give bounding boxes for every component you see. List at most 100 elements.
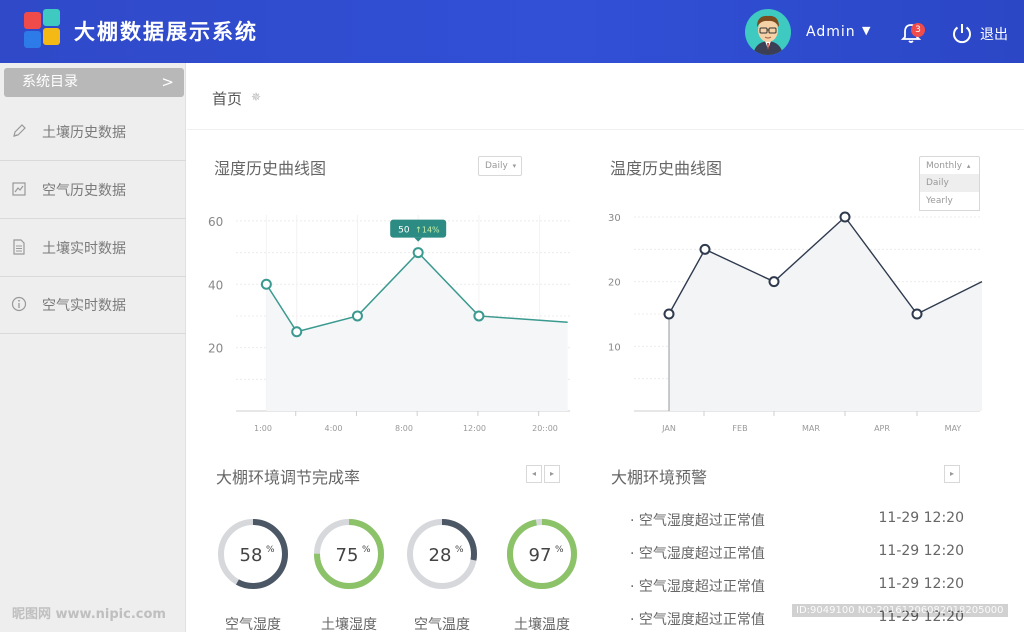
breadcrumb: 首页 ✵ <box>187 63 1024 130</box>
select-value: Monthly <box>926 161 963 171</box>
gauge-unit: % <box>266 545 275 555</box>
gauge-value: 28 <box>429 545 452 566</box>
data-point <box>412 247 424 259</box>
gear-icon[interactable]: ✵ <box>251 90 261 104</box>
data-point <box>699 243 711 255</box>
caret-down-icon: ▾ <box>512 162 517 170</box>
dropdown-option[interactable]: Daily <box>920 174 979 192</box>
logout-button[interactable]: 退出 <box>980 24 1008 44</box>
y-tick-label: 30 <box>608 213 621 224</box>
alert-row[interactable]: · 空气湿度超过正常值 11-29 12:20 <box>630 510 970 530</box>
completion-title: 大棚环境调节完成率 <box>216 468 361 487</box>
app-title: 大棚数据展示系统 <box>74 20 258 44</box>
data-point <box>663 308 675 320</box>
alert-time: 11-29 12:20 <box>878 576 964 592</box>
y-tick-label: 40 <box>208 278 223 292</box>
temperature-area <box>669 217 982 411</box>
humidity-chart-title: 湿度历史曲线图 <box>214 159 327 178</box>
select-value: Daily <box>485 161 508 171</box>
alert-text: · 空气湿度超过正常值 <box>630 513 765 529</box>
x-tick-label: 12:00 <box>463 424 486 433</box>
gauge-value: 75 <box>336 545 359 566</box>
top-header: 大棚数据展示系统 Admin ▼ 3 退出 <box>0 0 1024 63</box>
x-tick-label: MAR <box>802 424 820 433</box>
humidity-line-chart: 20 40 601:00 4:00 8:00 12:00 20::00 50 ↑14% <box>208 215 570 433</box>
tooltip-arrow <box>414 237 423 242</box>
chevron-right-icon: > <box>161 73 174 91</box>
gauge-unit: % <box>362 545 371 555</box>
data-point <box>260 278 272 290</box>
data-point <box>291 326 303 338</box>
humidity-area <box>266 252 568 411</box>
alert-time: 11-29 12:20 <box>878 543 964 559</box>
temperature-line-chart: 10 20 30 JAN FEB MAR APR MAY <box>608 211 983 433</box>
gauge-label: 空气湿度 <box>225 617 281 632</box>
x-tick-label: JAN <box>661 424 676 433</box>
completion-gauge: 75% <box>312 517 386 591</box>
completion-gauge: 97% <box>505 517 579 591</box>
x-tick-label: 8:00 <box>395 424 413 433</box>
next-button[interactable]: ▸ <box>944 465 960 483</box>
chart-icon <box>12 182 26 196</box>
y-tick-label: 10 <box>608 342 621 353</box>
y-tick-label: 20 <box>208 342 223 356</box>
sidebar-item-soil-history[interactable]: 土壤历史数据 <box>0 104 186 161</box>
user-name[interactable]: Admin <box>806 24 856 40</box>
sidebar-item-label: 空气历史数据 <box>42 183 126 199</box>
gauge-label: 土壤温度 <box>514 617 570 632</box>
alert-time: 11-29 12:20 <box>878 510 964 526</box>
temperature-range-select[interactable]: Monthly ▴ <box>919 156 980 176</box>
next-button[interactable]: ▸ <box>544 465 560 483</box>
completion-gauge: 28% <box>405 517 479 591</box>
gauge-unit: % <box>455 545 464 555</box>
x-tick-label: 20::00 <box>532 424 558 433</box>
gauge-label: 土壤湿度 <box>321 617 377 632</box>
data-point <box>473 310 485 322</box>
power-icon[interactable] <box>951 22 973 44</box>
data-point <box>768 276 780 288</box>
watermark-right: ID:9049100 NO:20161206082018205000 <box>792 604 1008 617</box>
sidebar-item-soil-realtime[interactable]: 土壤实时数据 <box>0 220 186 277</box>
gauge-label: 空气温度 <box>414 617 470 632</box>
prev-button[interactable]: ◂ <box>526 465 542 483</box>
completion-gauge: 58% <box>216 517 290 591</box>
y-tick-label: 20 <box>608 278 621 289</box>
caret-up-icon: ▴ <box>966 162 971 170</box>
temperature-chart-title: 温度历史曲线图 <box>610 159 723 178</box>
sidebar-item-air-history[interactable]: 空气历史数据 <box>0 162 186 219</box>
x-tick-label: MAY <box>945 424 962 433</box>
pencil-icon <box>13 124 26 137</box>
x-tick-label: 4:00 <box>325 424 343 433</box>
sidebar-item-air-realtime[interactable]: 空气实时数据 <box>0 277 186 334</box>
sidebar-item-label: 空气实时数据 <box>42 298 126 314</box>
data-point <box>839 211 851 223</box>
watermark-left: 昵图网 www.nipic.com <box>12 607 166 622</box>
x-tick-label: FEB <box>732 424 747 433</box>
humidity-range-select[interactable]: Daily ▾ <box>478 156 522 176</box>
caret-down-icon[interactable]: ▼ <box>862 24 870 37</box>
data-point <box>351 310 363 322</box>
alert-row[interactable]: · 空气湿度超过正常值 11-29 12:20 <box>630 576 970 596</box>
y-tick-label: 60 <box>208 215 223 229</box>
sidebar-item-label: 土壤历史数据 <box>42 125 126 141</box>
user-avatar[interactable] <box>745 9 791 55</box>
alert-text: · 空气湿度超过正常值 <box>630 579 765 595</box>
alerts-title: 大棚环境预警 <box>611 468 708 487</box>
document-icon <box>13 239 25 255</box>
tooltip-value: 50 <box>398 226 410 236</box>
tooltip-change: ↑14% <box>415 226 440 235</box>
info-icon <box>11 296 27 312</box>
alert-text: · 空气湿度超过正常值 <box>630 612 765 628</box>
x-tick-label: 1:00 <box>254 424 272 433</box>
sidebar-heading[interactable]: 系统目录 > <box>4 68 184 97</box>
gauge-value: 58 <box>240 545 263 566</box>
alert-text: · 空气湿度超过正常值 <box>630 546 765 562</box>
breadcrumb-home[interactable]: 首页 <box>212 88 242 109</box>
data-point <box>911 308 923 320</box>
gauge-unit: % <box>555 545 564 555</box>
app-logo <box>24 9 60 48</box>
gauge-value: 97 <box>529 545 552 566</box>
sidebar-heading-label: 系统目录 <box>22 74 78 90</box>
notification-badge: 3 <box>911 23 925 37</box>
alert-row[interactable]: · 空气湿度超过正常值 11-29 12:20 <box>630 543 970 563</box>
